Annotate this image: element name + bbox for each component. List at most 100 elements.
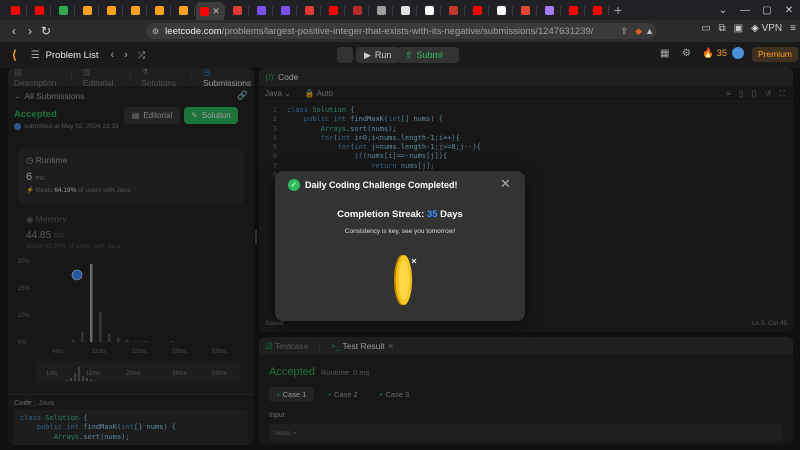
tab-separator <box>26 6 27 15</box>
forward-icon[interactable]: › <box>22 24 38 38</box>
prev-problem-icon[interactable]: ‹ <box>110 49 114 61</box>
tab-separator <box>146 6 147 15</box>
browser-tab[interactable] <box>250 2 273 18</box>
site-info-icon[interactable]: ⚙ <box>152 27 159 36</box>
browser-tab[interactable] <box>586 2 609 18</box>
browser-tab[interactable]: ✕ <box>196 2 225 20</box>
browser-tab[interactable] <box>418 2 441 18</box>
browser-tab[interactable] <box>52 2 75 18</box>
browser-tab[interactable] <box>514 2 537 18</box>
tab-separator <box>74 6 75 15</box>
leetcode-icon <box>130 5 140 15</box>
tab-separator <box>224 6 225 15</box>
browser-tab[interactable] <box>562 2 585 18</box>
browser-tab[interactable] <box>226 2 249 18</box>
reload-icon[interactable]: ↻ <box>38 24 54 38</box>
avatar[interactable] <box>732 47 744 59</box>
premium-button[interactable]: Premium <box>752 47 799 62</box>
settings-icon[interactable]: ⚙ <box>682 48 691 59</box>
proton-icon <box>544 5 554 15</box>
tab-separator <box>296 6 297 15</box>
gmail-icon <box>520 5 530 15</box>
youtube-icon <box>328 5 338 15</box>
browser-tab[interactable] <box>322 2 345 18</box>
x-icon <box>496 5 506 15</box>
tab-separator <box>440 6 441 15</box>
browser-tab[interactable] <box>172 2 195 18</box>
browser-tab[interactable] <box>538 2 561 18</box>
modal-subtitle: Consistency is key, see you tomorrow! <box>344 228 456 235</box>
debug-button[interactable] <box>337 47 353 63</box>
notes-button[interactable] <box>443 47 459 63</box>
youtube-icon <box>472 5 482 15</box>
problem-list-icon: ☰ <box>30 49 40 61</box>
tab-separator <box>98 6 99 15</box>
layout-icon[interactable]: ▦ <box>660 48 669 59</box>
tab-separator <box>170 6 171 15</box>
tab-separator <box>416 6 417 15</box>
tab-separator <box>560 6 561 15</box>
browser-tab[interactable] <box>346 2 369 18</box>
share-icon[interactable]: ⇪ <box>620 26 628 37</box>
tab-separator <box>50 6 51 15</box>
tab-separator <box>122 6 123 15</box>
tab-separator <box>320 6 321 15</box>
youtube-icon <box>592 5 602 15</box>
next-problem-icon[interactable]: › <box>124 49 128 61</box>
leetcode-alt-icon <box>280 5 290 15</box>
browser-tab-strip: ✕ + ⌄ — ▢ ✕ <box>0 0 800 20</box>
browser-toolbar: ‹ › ↻ ⚙ leetcode.com/problems/largest-po… <box>0 20 800 42</box>
browser-tab[interactable] <box>466 2 489 18</box>
back-icon[interactable]: ‹ <box>6 24 22 38</box>
new-tab-icon[interactable]: + <box>614 2 622 18</box>
tab-separator <box>368 6 369 15</box>
tab-separator <box>584 6 585 15</box>
minimize-icon[interactable]: — <box>734 5 756 16</box>
maximize-icon[interactable]: ▢ <box>756 5 778 16</box>
streak-line: Completion Streak: 35 Days <box>337 209 463 220</box>
vpn-button[interactable]: ◈ VPN <box>751 23 782 34</box>
shuffle-icon[interactable]: ⤮ <box>138 50 145 61</box>
amazon-icon <box>424 5 434 15</box>
tab-search-icon[interactable]: ⌄ <box>712 5 734 16</box>
browser-tab[interactable] <box>490 2 513 18</box>
url-text: leetcode.com/problems/largest-positive-i… <box>165 25 594 37</box>
doc-icon <box>376 5 386 15</box>
browser-tab[interactable] <box>274 2 297 18</box>
tab-separator <box>194 6 195 15</box>
streak-counter[interactable]: 🔥 35 <box>702 48 727 59</box>
leetcode-alt-icon <box>256 5 266 15</box>
close-icon[interactable]: ✕ <box>500 176 511 192</box>
close-tab-icon[interactable]: ✕ <box>212 6 220 17</box>
wallet-icon[interactable]: ▣ <box>734 23 743 34</box>
browser-tab[interactable] <box>124 2 147 18</box>
problem-list-link[interactable]: Problem List <box>46 50 99 61</box>
rewards-icon[interactable]: ▲ <box>645 26 654 36</box>
browser-tab[interactable] <box>28 2 51 18</box>
tab-separator <box>248 6 249 15</box>
tab-separator <box>392 6 393 15</box>
extensions-icon[interactable]: ⧉ <box>719 23 726 34</box>
browser-tab[interactable] <box>442 2 465 18</box>
browser-tab[interactable] <box>76 2 99 18</box>
browser-tab[interactable] <box>370 2 393 18</box>
browser-tab[interactable] <box>4 2 27 18</box>
address-bar[interactable]: ⚙ leetcode.com/problems/largest-positive… <box>146 23 656 39</box>
leetcode-logo-icon[interactable]: ⟨ <box>12 48 17 62</box>
tab-separator <box>512 6 513 15</box>
run-button[interactable]: ▶ Run <box>356 47 400 63</box>
tab-separator <box>608 6 609 15</box>
record-icon <box>232 5 242 15</box>
browser-tab[interactable] <box>148 2 171 18</box>
brave-shield-icon[interactable]: ◆ <box>635 26 642 37</box>
youtube-icon <box>200 6 210 16</box>
browser-tab[interactable] <box>298 2 321 18</box>
sheet-icon <box>58 5 68 15</box>
tab-separator <box>344 6 345 15</box>
close-window-icon[interactable]: ✕ <box>778 5 800 16</box>
sidebar-icon[interactable]: ▭ <box>701 23 710 34</box>
check-circle-icon: ✓ <box>288 179 300 191</box>
browser-tab[interactable] <box>100 2 123 18</box>
menu-icon[interactable]: ≡ <box>790 23 796 34</box>
browser-tab[interactable] <box>394 2 417 18</box>
